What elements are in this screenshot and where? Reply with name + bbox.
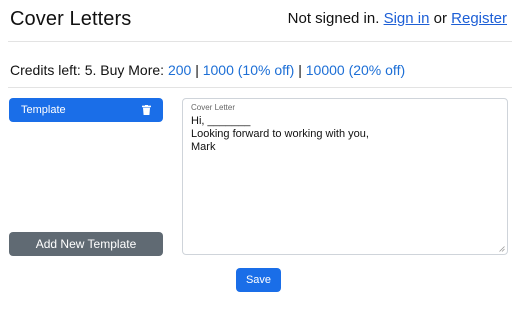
page: Cover Letters Not signed in. Sign in or … <box>0 0 512 320</box>
register-link[interactable]: Register <box>451 10 507 27</box>
add-new-template-button[interactable]: Add New Template <box>9 232 163 256</box>
header-divider <box>8 41 512 42</box>
sign-in-link[interactable]: Sign in <box>384 10 430 27</box>
credits-separator: | <box>195 62 199 78</box>
buy-credits-10000-link[interactable]: 10000 (20% off) <box>306 62 405 78</box>
auth-status-text: Not signed in. <box>287 10 380 27</box>
template-item-label: Template <box>21 104 66 116</box>
cover-letter-field: Cover Letter <box>182 98 508 255</box>
credits-bar: Credits left: 5. Buy More: 200 | 1000 (1… <box>10 62 405 78</box>
cover-letter-textarea[interactable] <box>191 115 491 245</box>
credits-divider <box>8 87 512 88</box>
credits-separator: | <box>298 62 302 78</box>
buy-credits-1000-link[interactable]: 1000 (10% off) <box>203 62 295 78</box>
template-item-button[interactable]: Template <box>9 98 163 122</box>
resize-grip-icon[interactable] <box>499 246 505 252</box>
save-button[interactable]: Save <box>236 268 281 292</box>
credits-text: Credits left: 5. Buy More: <box>10 62 165 78</box>
auth-status-bar: Not signed in. Sign in or Register <box>288 10 507 27</box>
trash-icon[interactable] <box>142 105 151 115</box>
app-title: Cover Letters <box>10 8 132 30</box>
buy-credits-200-link[interactable]: 200 <box>168 62 191 78</box>
auth-or-text: or <box>433 10 447 27</box>
cover-letter-label: Cover Letter <box>191 103 236 112</box>
